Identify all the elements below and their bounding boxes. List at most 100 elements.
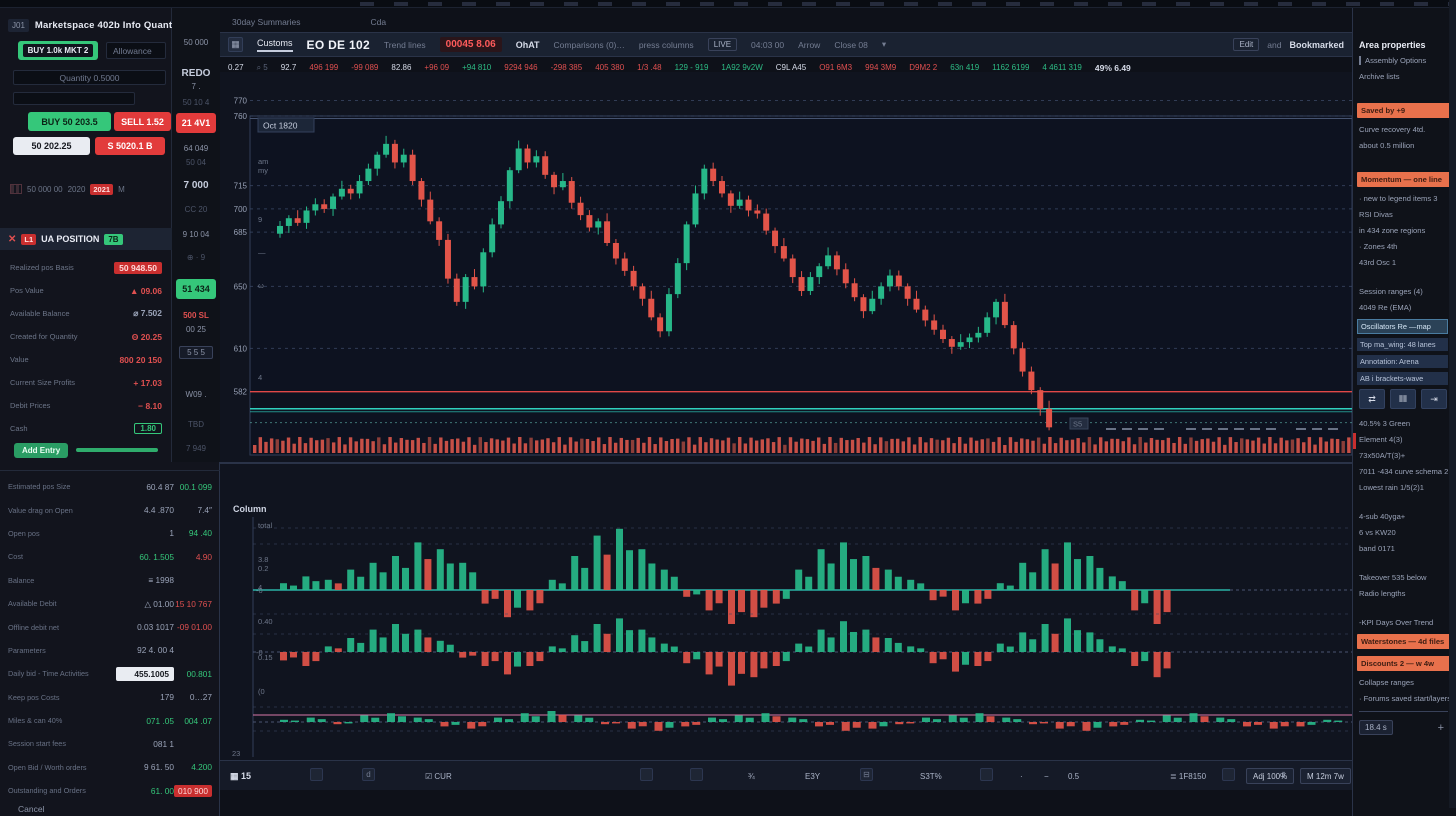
panel-item[interactable]: Radio lengths (1359, 589, 1456, 598)
tab-customs[interactable]: Customs (257, 38, 293, 52)
currency-toggle[interactable]: ☑ CUR (425, 768, 452, 784)
ladder-buy-button[interactable]: 51 434 (176, 279, 216, 299)
panel-item[interactable]: · Forums saved start/layers (1359, 694, 1456, 703)
tool-square[interactable] (1222, 768, 1235, 781)
panel-item[interactable]: Assembly Options (1359, 56, 1456, 65)
position-section-header[interactable]: ✕ L1 UA POSITION 7B (0, 228, 172, 250)
range-e3y-button[interactable]: E3Y (805, 768, 820, 784)
ladder-value[interactable]: 50 000 (172, 38, 220, 47)
step-label[interactable]: 0.5 (1068, 768, 1079, 784)
comparisons-button[interactable]: Comparisons (0)… (554, 40, 625, 50)
minus-box-icon[interactable]: ⊟ (860, 768, 873, 781)
panel-item[interactable]: Top ma_wing: 48 lanes (1357, 338, 1448, 351)
buy-market-pill[interactable]: BUY 1.0k MKT 2 (18, 41, 98, 60)
chart-button[interactable]: OhAT (516, 40, 540, 50)
adjust-button[interactable]: Adj 100% (1246, 768, 1294, 784)
panel-item[interactable]: 4-sub 40yga+ (1359, 512, 1456, 521)
dot-button[interactable]: · (1020, 768, 1023, 784)
panel-item[interactable]: 7011 -434 curve schema 2H5 (1359, 467, 1456, 476)
ladder-value[interactable]: W09 . (172, 390, 220, 399)
quantity-input[interactable]: Quantity 0.5000 (13, 70, 166, 85)
tool-square[interactable] (690, 768, 703, 781)
panel-item[interactable]: · new to legend items 3 (1359, 194, 1456, 203)
ladder-sell-button[interactable]: 21 4V1 (176, 113, 216, 133)
chevron-down-icon[interactable]: ▾ (882, 39, 886, 50)
equalizer-icon[interactable]: ⦀⦀ (1390, 389, 1416, 409)
minus-button[interactable]: − (1044, 768, 1049, 784)
panel-item[interactable]: · Zones 4th (1359, 242, 1456, 251)
indicator-charts-svg[interactable]: total3.80.2-040.40-00.15(023 (220, 464, 1352, 762)
ladder-value[interactable]: 7 949 (172, 444, 220, 453)
panel-item[interactable]: 40.5% 3 Green (1359, 419, 1456, 428)
edit-button[interactable]: Edit (1233, 38, 1259, 51)
ladder-value[interactable]: CC 20 (172, 205, 220, 214)
tab-summaries[interactable]: 30day Summaries (232, 17, 301, 27)
ladder-value[interactable]: REDO (172, 68, 220, 79)
panel-item[interactable]: Archive lists (1359, 72, 1456, 81)
stats-mid-value[interactable]: 455.1005 (116, 667, 174, 681)
grid-icon[interactable]: ▦ (228, 37, 243, 52)
swap-icon[interactable]: ⇄ (1359, 389, 1385, 409)
calendar-icon[interactable]: ▦ 15 (230, 768, 251, 784)
panel-item[interactable]: -KPI Days Over Trend (1359, 618, 1456, 627)
sell-button[interactable]: SELL 1.52 (114, 112, 171, 131)
panel-item[interactable]: AB i brackets-wave (1357, 372, 1448, 385)
cancel-label[interactable]: Cancel (18, 804, 44, 814)
panel-item[interactable]: Session ranges (4) (1359, 287, 1456, 296)
panel-item[interactable]: Takeover 535 below (1359, 573, 1456, 582)
symbol-label[interactable]: EO DE 102 (307, 38, 370, 52)
ladder-value[interactable]: 7 000 (172, 180, 220, 191)
panel-item[interactable]: Discounts 2 — w 4w (1357, 656, 1450, 671)
and-label[interactable]: and (1267, 40, 1281, 50)
mid-price-button[interactable]: 50 202.25 (13, 137, 90, 155)
ladder-value[interactable]: 50 10 4 (172, 98, 220, 107)
tool-square[interactable] (310, 768, 323, 781)
price-change-label[interactable]: 00045 8.06 (440, 37, 502, 52)
timeframe-button[interactable]: M 12m 7w (1300, 768, 1351, 784)
live-chip[interactable]: LIVE (708, 38, 737, 51)
ladder-value[interactable]: 7 . (172, 82, 220, 91)
price-columns-button[interactable]: press columns (639, 40, 694, 50)
tab-cda[interactable]: Cda (371, 17, 387, 27)
ladder-value[interactable]: ⊕ · 9 (172, 253, 220, 262)
panel-footer-chip[interactable]: 18.4 s (1359, 720, 1393, 735)
doc-icon[interactable]: d (362, 768, 375, 781)
session-label[interactable]: ≣ 1F8150 (1170, 768, 1206, 784)
panel-item[interactable]: Collapse ranges (1359, 678, 1456, 687)
panel-item[interactable]: Lowest rain 1/5(2)1 (1359, 483, 1456, 492)
close-select[interactable]: Close 08 (834, 40, 868, 50)
panel-item[interactable]: Element 4(3) (1359, 435, 1456, 444)
ladder-value[interactable]: 50 04 (172, 158, 220, 167)
add-entry-button[interactable]: Add Entry (14, 443, 68, 458)
panel-item[interactable]: Waterstones — 4d files (1357, 634, 1450, 649)
ladder-value[interactable]: TBD (172, 420, 220, 429)
main-chart-svg[interactable]: 770760715700685650610582Oct 1820ammy9—ω4… (220, 72, 1352, 470)
arrow-button[interactable]: Arrow (798, 40, 820, 50)
ladder-value[interactable]: 500 SL (172, 311, 220, 320)
bookmarked-button[interactable]: Bookmarked (1289, 40, 1344, 50)
fraction-button[interactable]: ¾ (748, 768, 755, 784)
panel-item[interactable]: 43rd Osc 1 (1359, 258, 1456, 267)
tool-square[interactable] (980, 768, 993, 781)
panel-item[interactable]: Annotation: Arena (1357, 355, 1448, 368)
panel-item[interactable]: RSI Divas (1359, 210, 1456, 219)
ladder-value[interactable]: 5 5 5 (179, 346, 213, 359)
price-input[interactable] (13, 92, 135, 105)
ladder-value[interactable]: 00 25 (172, 325, 220, 334)
panel-item[interactable]: band 0171 (1359, 544, 1456, 553)
allowance-input[interactable]: Allowance (106, 42, 166, 59)
add-icon[interactable]: + (1438, 722, 1444, 734)
panel-item[interactable]: in 434 zone regions (1359, 226, 1456, 235)
panel-item[interactable]: 73x50A/T(3)+ (1359, 451, 1456, 460)
panel-item[interactable]: Curve recovery 4td. (1359, 125, 1456, 134)
skip-end-icon[interactable]: ⇥ (1421, 389, 1447, 409)
divider-glyph[interactable]: ⦀ (1282, 768, 1286, 784)
panel-item[interactable]: Saved by +9 (1357, 103, 1450, 118)
ladder-value[interactable]: 9 10 04 (172, 230, 220, 239)
cancel-all-button[interactable]: S 5020.1 B (95, 137, 165, 155)
ladder-value[interactable]: 64 049 (172, 144, 220, 153)
trend-lines-button[interactable]: Trend lines (384, 40, 426, 50)
scrollbar[interactable] (1449, 0, 1456, 808)
panel-item[interactable]: Oscillators Re —map (1357, 319, 1448, 334)
buy-button[interactable]: BUY 50 203.5 (28, 112, 111, 131)
